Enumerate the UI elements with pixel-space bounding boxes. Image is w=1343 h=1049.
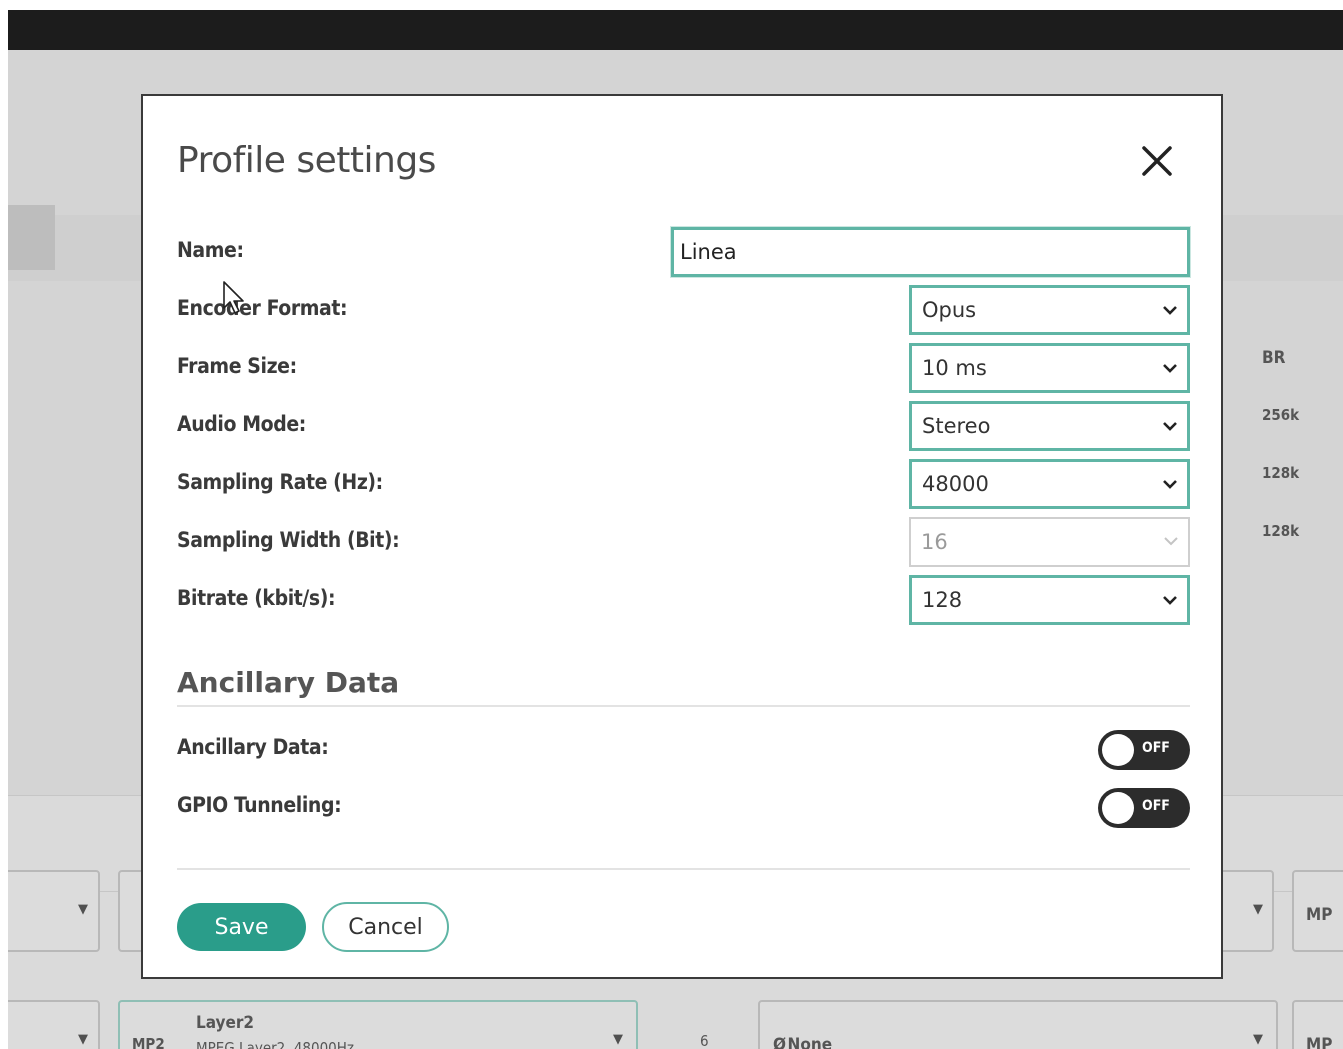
- toggle-knob: [1102, 734, 1134, 766]
- name-input[interactable]: [670, 226, 1191, 278]
- background-select: [1218, 870, 1274, 952]
- sampling-width-label: Sampling Width (Bit):: [177, 528, 400, 552]
- toggle-state: OFF: [1142, 798, 1170, 814]
- chevron-down-icon: [1163, 422, 1177, 431]
- sampling-rate-label: Sampling Rate (Hz):: [177, 470, 383, 494]
- audio-mode-label: Audio Mode:: [177, 412, 306, 436]
- background-none-text: None: [787, 1035, 833, 1049]
- close-button[interactable]: [1138, 142, 1178, 182]
- ancillary-data-label: Ancillary Data:: [177, 735, 329, 759]
- sampling-width-value: 16: [921, 530, 948, 554]
- background-bitrate-value: 128k: [1262, 464, 1300, 482]
- background-codec-label: MP: [1306, 1035, 1333, 1049]
- background-select: [758, 1000, 1278, 1049]
- chevron-down-icon: [1163, 364, 1177, 373]
- sampling-rate-select[interactable]: 48000: [909, 459, 1190, 509]
- footer-divider: [177, 868, 1190, 870]
- chevron-down-icon: ▼: [1253, 902, 1263, 917]
- bitrate-label: Bitrate (kbit/s):: [177, 586, 336, 610]
- save-button[interactable]: Save: [177, 903, 306, 951]
- encoder-format-select[interactable]: Opus: [909, 285, 1190, 335]
- ancillary-section-title: Ancillary Data: [177, 666, 400, 699]
- bitrate-select[interactable]: 128: [909, 575, 1190, 625]
- sampling-width-select: 16: [909, 517, 1190, 567]
- background-layer-subtitle: MPEG Layer2, 48000Hz: [196, 1039, 354, 1049]
- cancel-button[interactable]: Cancel: [322, 902, 449, 952]
- sampling-rate-value: 48000: [922, 472, 989, 496]
- toggle-knob: [1102, 792, 1134, 824]
- dialog-title: Profile settings: [177, 140, 436, 181]
- name-label: Name:: [177, 238, 244, 262]
- background-none-label: Ø None: [773, 1035, 832, 1049]
- chevron-down-icon: ▼: [1253, 1032, 1263, 1047]
- chevron-down-icon: [1163, 596, 1177, 605]
- gpio-tunneling-label: GPIO Tunneling:: [177, 793, 342, 817]
- profile-settings-dialog: Profile settings Name: Encoder Format: O…: [141, 94, 1223, 979]
- background-bitrate-value: 128k: [1262, 522, 1300, 540]
- chevron-down-icon: [1163, 306, 1177, 315]
- chevron-down-icon: ▼: [78, 902, 88, 917]
- background-tab: [8, 205, 55, 270]
- section-divider: [177, 705, 1190, 707]
- background-bitrate-value: 256k: [1262, 406, 1300, 424]
- toggle-state: OFF: [1142, 740, 1170, 756]
- close-icon: [1142, 146, 1172, 176]
- chevron-down-icon: ▼: [78, 1032, 88, 1047]
- encoder-format-label: Encoder Format:: [177, 296, 348, 320]
- encoder-format-value: Opus: [922, 298, 977, 322]
- chevron-down-icon: [1164, 537, 1178, 546]
- ancillary-data-toggle[interactable]: OFF: [1098, 730, 1190, 770]
- chevron-down-icon: [1163, 480, 1177, 489]
- background-codec-label: MP: [1306, 905, 1333, 925]
- audio-mode-select[interactable]: Stereo: [909, 401, 1190, 451]
- background-column-header: BR: [1262, 348, 1286, 368]
- mouse-cursor-icon: [223, 281, 244, 314]
- background-layer-title: Layer2: [196, 1013, 255, 1033]
- bitrate-value: 128: [922, 588, 963, 612]
- gpio-tunneling-toggle[interactable]: OFF: [1098, 788, 1190, 828]
- frame-size-select[interactable]: 10 ms: [909, 343, 1190, 393]
- frame-size-value: 10 ms: [922, 356, 987, 380]
- background-index-number: 6: [700, 1032, 709, 1049]
- chevron-down-icon: ▼: [613, 1032, 623, 1047]
- frame-size-label: Frame Size:: [177, 354, 297, 378]
- audio-mode-value: Stereo: [922, 414, 991, 438]
- app-top-bar: [8, 10, 1343, 50]
- background-codec-label: MP2: [132, 1035, 165, 1049]
